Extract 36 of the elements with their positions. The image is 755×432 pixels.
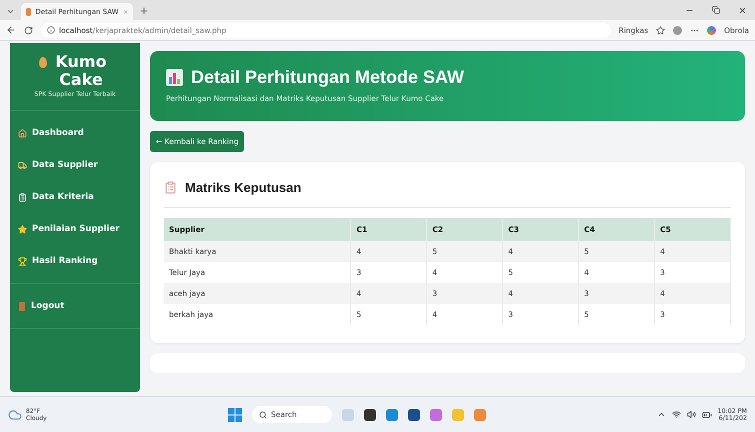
- truck-icon: [18, 160, 27, 170]
- back-icon[interactable]: [6, 25, 16, 35]
- house-icon: [18, 128, 27, 138]
- close-icon[interactable]: [738, 6, 747, 14]
- logout-link[interactable]: Logout: [10, 290, 140, 322]
- nav-link[interactable]: Penilaian Supplier: [10, 213, 140, 246]
- bar-chart-icon: [166, 69, 183, 86]
- trophy-icon: [18, 256, 27, 266]
- info-icon: [47, 26, 55, 34]
- search-icon: [259, 410, 267, 418]
- wifi-icon[interactable]: [672, 410, 681, 419]
- tray-chevron-icon[interactable]: [656, 410, 666, 419]
- brand-name: Kumo Cake: [54, 53, 108, 88]
- favorite-icon[interactable]: [656, 26, 666, 34]
- app-icon[interactable]: [364, 408, 376, 420]
- new-tab-icon[interactable]: [139, 6, 149, 16]
- app-icon[interactable]: [408, 408, 420, 420]
- site-icon: [26, 8, 32, 16]
- start-icon[interactable]: [228, 408, 242, 422]
- egg-icon: [39, 57, 47, 68]
- page-title: Detail Perhitungan Metode SAW: [191, 67, 464, 88]
- cloud-icon: [8, 408, 22, 422]
- profile-icon[interactable]: [673, 26, 682, 34]
- nav-link[interactable]: Hasil Ranking: [10, 245, 140, 278]
- restore-icon[interactable]: [712, 6, 720, 14]
- star-icon: [18, 224, 27, 234]
- battery-icon[interactable]: [702, 410, 712, 420]
- nav-link[interactable]: Data Kriteria: [10, 181, 140, 214]
- nav-link[interactable]: Dashboard: [10, 117, 140, 150]
- nav-link[interactable]: Data Supplier: [10, 149, 140, 182]
- reload-icon[interactable]: [24, 26, 33, 34]
- volume-icon[interactable]: [686, 410, 696, 419]
- clipboard-icon: [18, 192, 27, 202]
- tab-list-icon[interactable]: [6, 7, 15, 16]
- clipboard-icon: [164, 181, 177, 194]
- card-title: Matriks Keputusan: [185, 180, 302, 195]
